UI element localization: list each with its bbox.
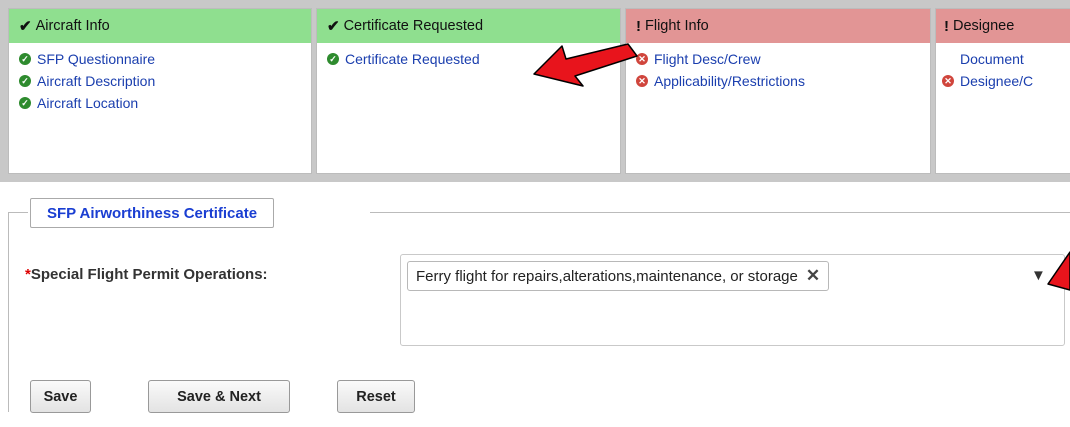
- step-title: Certificate Requested: [343, 18, 484, 34]
- save-next-button[interactable]: Save & Next: [148, 380, 290, 413]
- special-flight-permit-operations-label: *Special Flight Permit Operations:: [25, 266, 268, 283]
- section-title-tab: SFP Airworthiness Certificate: [30, 198, 275, 228]
- step-link-label: Document: [960, 51, 1024, 67]
- step-card-designee: ! Designee Document ✕ Designee/C: [935, 8, 1070, 174]
- step-card-certificate-requested: ✔ Certificate Requested ✓ Certificate Re…: [316, 8, 621, 174]
- step-link-designee[interactable]: ✕ Designee/C: [942, 70, 1070, 92]
- step-link-label: SFP Questionnaire: [37, 51, 156, 67]
- step-link-label: Aircraft Location: [37, 95, 139, 111]
- wizard-steps-panel: ✔ Aircraft Info ✓ SFP Questionnaire ✓ Ai…: [0, 0, 1070, 182]
- step-link-certificate-requested[interactable]: ✓ Certificate Requested: [327, 48, 620, 70]
- checkmark-icon: ✔: [327, 18, 340, 35]
- step-card-flight-info: ! Flight Info ✕ Flight Desc/Crew ✕ Appli…: [625, 8, 931, 174]
- step-link-label: Aircraft Description: [37, 73, 156, 89]
- step-header-designee[interactable]: ! Designee: [936, 9, 1070, 43]
- selected-option-tag: Ferry flight for repairs,alterations,mai…: [407, 261, 830, 291]
- error-x-icon: ✕: [636, 75, 648, 87]
- special-flight-permit-operations-select[interactable]: Ferry flight for repairs,alterations,mai…: [400, 254, 1065, 346]
- field-label-text: Special Flight Permit Operations:: [30, 266, 268, 283]
- fieldset-border: [8, 212, 28, 213]
- reset-button[interactable]: Reset: [337, 380, 415, 413]
- checkmark-icon: ✔: [19, 18, 32, 35]
- step-card-aircraft-info: ✔ Aircraft Info ✓ SFP Questionnaire ✓ Ai…: [8, 8, 312, 174]
- selected-option-text: Ferry flight for repairs,alterations,mai…: [416, 267, 798, 285]
- step-header-flight-info[interactable]: ! Flight Info: [626, 9, 930, 43]
- success-check-icon: ✓: [19, 53, 31, 65]
- step-title: Aircraft Info: [35, 18, 110, 34]
- exclamation-icon: !: [944, 17, 949, 35]
- error-x-icon: ✕: [942, 75, 954, 87]
- fieldset-border: [8, 212, 9, 412]
- step-link-flight-desc-crew[interactable]: ✕ Flight Desc/Crew: [636, 48, 930, 70]
- step-link-aircraft-description[interactable]: ✓ Aircraft Description: [19, 70, 311, 92]
- step-title: Designee: [953, 18, 1015, 34]
- step-link-label: Flight Desc/Crew: [654, 51, 761, 67]
- success-check-icon: ✓: [327, 53, 339, 65]
- step-header-aircraft-info[interactable]: ✔ Aircraft Info: [9, 9, 311, 43]
- step-link-label: Applicability/Restrictions: [654, 73, 805, 89]
- success-check-icon: ✓: [19, 75, 31, 87]
- remove-selection-icon[interactable]: ✕: [806, 266, 820, 286]
- step-title: Flight Info: [645, 18, 709, 34]
- step-link-sfp-questionnaire[interactable]: ✓ SFP Questionnaire: [19, 48, 311, 70]
- success-check-icon: ✓: [19, 97, 31, 109]
- step-link-label: Designee/C: [960, 73, 1034, 89]
- fieldset-border: [370, 212, 1070, 213]
- step-link-aircraft-location[interactable]: ✓ Aircraft Location: [19, 92, 311, 114]
- error-x-icon: ✕: [636, 53, 648, 65]
- step-link-document[interactable]: Document: [942, 48, 1070, 70]
- save-button[interactable]: Save: [30, 380, 91, 413]
- exclamation-icon: !: [636, 17, 641, 35]
- dropdown-arrow-icon[interactable]: ▼: [1031, 267, 1046, 284]
- step-header-certificate-requested[interactable]: ✔ Certificate Requested: [317, 9, 620, 43]
- step-link-applicability-restrictions[interactable]: ✕ Applicability/Restrictions: [636, 70, 930, 92]
- step-link-label: Certificate Requested: [345, 51, 480, 67]
